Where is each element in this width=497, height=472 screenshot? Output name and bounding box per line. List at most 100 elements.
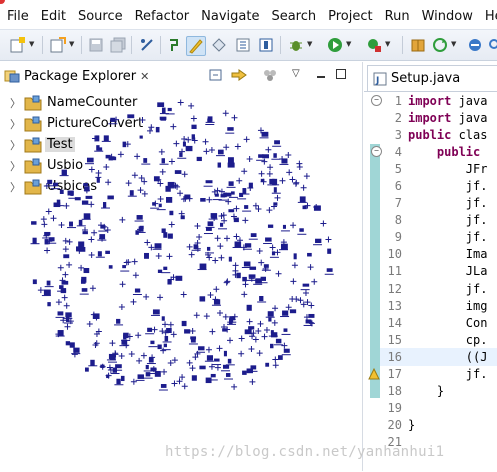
noise-glyph bbox=[307, 252, 312, 257]
noise-glyph bbox=[274, 194, 281, 201]
focus-icon[interactable] bbox=[262, 68, 278, 85]
tree-item-pictureconvert[interactable]: 〉 PictureConvert bbox=[10, 113, 145, 134]
new-java-class-icon[interactable] bbox=[49, 36, 67, 54]
expand-arrow-icon[interactable]: 〉 bbox=[10, 158, 24, 174]
external-tools-icon[interactable] bbox=[365, 36, 383, 54]
code-line[interactable]: 17 jf. bbox=[380, 366, 497, 383]
code-line[interactable]: −4 public bbox=[371, 143, 497, 160]
code-line[interactable]: 18 } bbox=[380, 383, 497, 400]
noise-glyph bbox=[62, 271, 69, 278]
tree-item-test[interactable]: 〉 Test bbox=[10, 134, 145, 155]
noise-glyph bbox=[97, 222, 104, 229]
code-line[interactable]: 16 ((J bbox=[380, 348, 497, 366]
link-with-editor-icon[interactable] bbox=[230, 68, 248, 85]
run-icon[interactable] bbox=[326, 36, 344, 54]
new-dropdown-icon[interactable]: ▼ bbox=[29, 40, 34, 48]
menu-refactor[interactable]: Refactor bbox=[129, 9, 196, 24]
refresh-dropdown-icon[interactable]: ▼ bbox=[451, 40, 456, 48]
noise-glyph bbox=[171, 380, 178, 387]
minimize-icon[interactable] bbox=[315, 68, 327, 83]
menu-file[interactable]: File bbox=[0, 9, 35, 24]
save-all-icon[interactable] bbox=[109, 36, 127, 54]
keyword: import bbox=[408, 93, 452, 108]
toggle-mark-occurrences-icon[interactable] bbox=[186, 36, 206, 56]
refresh-icon[interactable] bbox=[431, 36, 449, 54]
noise-glyph bbox=[53, 202, 61, 208]
menu-run[interactable]: Run bbox=[379, 9, 416, 24]
noise-glyph bbox=[110, 367, 120, 375]
new-package-icon[interactable] bbox=[409, 36, 427, 54]
noise-glyph bbox=[168, 276, 175, 283]
show-source-icon[interactable] bbox=[257, 36, 275, 54]
tree-item-namecounter[interactable]: 〉 NameCounter bbox=[10, 92, 145, 113]
code-line[interactable]: 9 jf. bbox=[380, 229, 497, 246]
noise-glyph bbox=[107, 356, 117, 363]
search-icon[interactable] bbox=[485, 36, 497, 54]
menu-project[interactable]: Project bbox=[322, 9, 378, 24]
save-icon[interactable] bbox=[87, 36, 105, 54]
noise-glyph bbox=[66, 238, 73, 245]
new-class-dropdown-icon[interactable]: ▼ bbox=[69, 40, 74, 48]
noise-glyph bbox=[67, 318, 74, 325]
show-whitespace-icon[interactable] bbox=[234, 36, 252, 54]
tree-item-usbio[interactable]: 〉 Usbio bbox=[10, 155, 145, 176]
noise-glyph bbox=[242, 205, 252, 212]
view-menu-icon[interactable]: ▽ bbox=[292, 68, 300, 79]
code-line[interactable]: 11 JLa bbox=[380, 263, 497, 280]
noise-glyph bbox=[289, 296, 296, 303]
menu-window[interactable]: Window bbox=[416, 9, 479, 24]
expand-arrow-icon[interactable]: 〉 bbox=[10, 116, 24, 132]
package-explorer-tab[interactable]: Package Explorer ✕ bbox=[4, 65, 149, 87]
expand-arrow-icon[interactable]: 〉 bbox=[10, 137, 24, 153]
debug-dropdown-icon[interactable]: ▼ bbox=[307, 40, 312, 48]
code-line[interactable]: 13 img bbox=[380, 297, 497, 314]
noise-glyph bbox=[78, 247, 86, 252]
menu-navigate[interactable]: Navigate bbox=[195, 9, 265, 24]
code-text: JFr bbox=[408, 161, 488, 176]
expand-arrow-icon[interactable]: 〉 bbox=[10, 179, 24, 195]
open-type-icon[interactable] bbox=[466, 36, 484, 54]
code-line[interactable]: 8 jf. bbox=[380, 212, 497, 229]
new-icon[interactable] bbox=[9, 36, 27, 54]
code-text: jf. bbox=[408, 179, 488, 194]
code-line[interactable]: 14 Con bbox=[380, 314, 497, 331]
fold-toggle-icon[interactable]: − bbox=[371, 145, 382, 157]
expand-arrow-icon[interactable]: 〉 bbox=[10, 95, 24, 111]
code-line[interactable]: 5 JFr bbox=[380, 160, 497, 177]
noise-glyph bbox=[135, 230, 139, 235]
menu-search[interactable]: Search bbox=[265, 9, 322, 24]
noise-glyph bbox=[249, 266, 257, 270]
debug-icon[interactable] bbox=[287, 36, 305, 54]
collapse-all-icon[interactable] bbox=[208, 68, 224, 85]
code-line[interactable]: 3 public clas bbox=[380, 126, 497, 143]
run-dropdown-icon[interactable]: ▼ bbox=[346, 40, 351, 48]
code-line[interactable]: 2 import java bbox=[380, 109, 497, 126]
code-line[interactable]: 15 cp. bbox=[380, 331, 497, 348]
code-line[interactable]: 10 Ima bbox=[380, 246, 497, 263]
warning-icon[interactable] bbox=[368, 368, 380, 380]
fold-toggle-icon[interactable]: − bbox=[371, 94, 382, 106]
external-tools-dropdown-icon[interactable]: ▼ bbox=[385, 40, 390, 48]
menu-help[interactable]: Help bbox=[479, 9, 497, 24]
code-line[interactable]: −1 import java bbox=[371, 92, 497, 109]
noise-glyph bbox=[137, 226, 144, 233]
toggle-block-selection-icon[interactable] bbox=[210, 36, 228, 54]
menu-edit[interactable]: Edit bbox=[35, 9, 72, 24]
close-view-icon[interactable]: ✕ bbox=[140, 70, 149, 83]
skip-breakpoints-icon[interactable] bbox=[138, 36, 156, 54]
noise-glyph bbox=[59, 277, 66, 284]
code-line[interactable]: 7 jf. bbox=[380, 195, 497, 212]
code-line[interactable]: 19 bbox=[380, 400, 497, 417]
code-editor[interactable]: −1 import java 2 import java 3 public clas −4 … bbox=[364, 91, 497, 472]
code-line[interactable]: 6 jf. bbox=[380, 177, 497, 194]
code-line[interactable]: 12 jf. bbox=[380, 280, 497, 297]
menu-source[interactable]: Source bbox=[72, 9, 129, 24]
next-annotation-icon[interactable] bbox=[166, 36, 184, 54]
editor-tab-setup-java[interactable]: J Setup.java bbox=[367, 65, 497, 91]
maximize-icon[interactable] bbox=[335, 68, 347, 83]
code-line[interactable]: 20} bbox=[380, 417, 497, 434]
tree-item-usbicos[interactable]: 〉 Usbicos bbox=[10, 176, 145, 197]
noise-glyph bbox=[248, 345, 255, 352]
noise-glyph bbox=[157, 344, 162, 350]
noise-glyph bbox=[289, 176, 296, 183]
